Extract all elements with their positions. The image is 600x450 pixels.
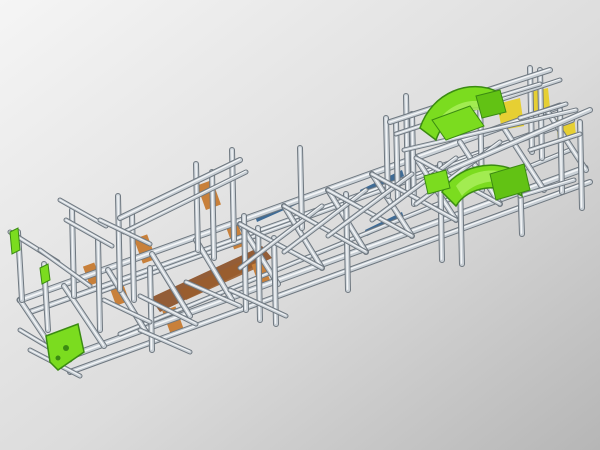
chassis-render [0,0,600,450]
cad-viewport[interactable] [0,0,600,450]
front-green-bracket [39,263,51,285]
mount-hole [63,345,69,351]
mount-hole [55,355,61,361]
front-green-bracket [9,227,21,255]
